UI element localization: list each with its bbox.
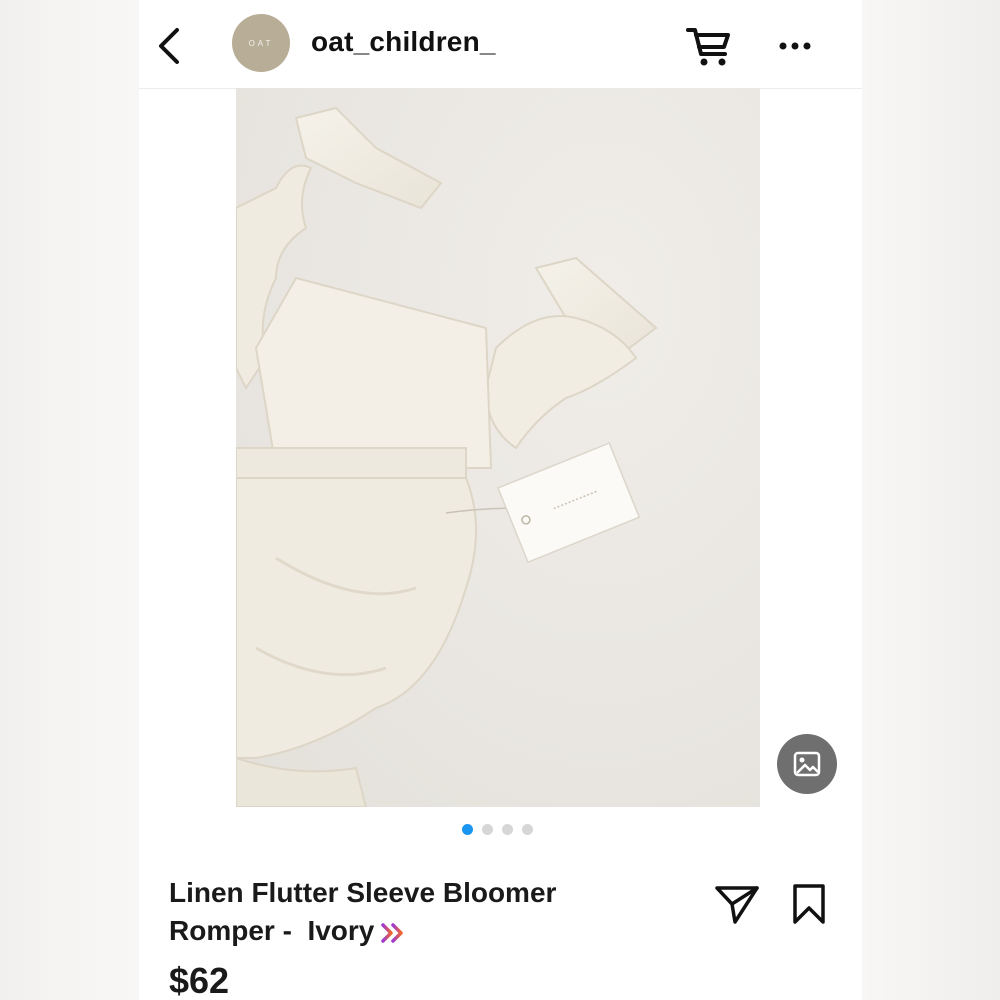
carousel-indicator [462, 824, 533, 835]
carousel-dot[interactable] [502, 824, 513, 835]
image-icon [793, 751, 821, 777]
top-bar: OAT oat_children_ [139, 0, 862, 89]
share-icon [715, 886, 759, 924]
product-screen: OAT oat_children_ Linen Flutter Sleeve B… [139, 0, 862, 1000]
product-price: $62 [169, 960, 230, 1000]
more-options-button[interactable] [775, 30, 815, 60]
romper-illustration [236, 106, 658, 807]
carousel-dot[interactable] [482, 824, 493, 835]
more-icon [779, 42, 811, 50]
carousel-dot[interactable] [522, 824, 533, 835]
avatar[interactable]: OAT [232, 14, 290, 72]
cart-button[interactable] [684, 22, 734, 70]
carousel-dot-active[interactable] [462, 824, 473, 835]
username[interactable]: oat_children_ [311, 26, 496, 58]
avatar-text: OAT [248, 38, 274, 48]
bookmark-icon [793, 884, 825, 924]
product-title: Linen Flutter Sleeve Bloomer Romper - Iv… [169, 874, 629, 950]
image-indicator-button[interactable] [777, 734, 837, 794]
product-title-line-2-text: Romper - Ivory [169, 915, 375, 946]
share-button[interactable] [713, 882, 761, 926]
double-chevron-icon[interactable] [380, 922, 406, 944]
product-photo[interactable] [236, 88, 760, 807]
back-arrow-icon [159, 28, 179, 64]
product-title-line-1: Linen Flutter Sleeve Bloomer [169, 877, 557, 908]
product-title-line-2: Romper - Ivory [169, 912, 629, 950]
cart-icon [686, 28, 730, 66]
back-button[interactable] [153, 24, 189, 68]
save-button[interactable] [789, 882, 829, 926]
